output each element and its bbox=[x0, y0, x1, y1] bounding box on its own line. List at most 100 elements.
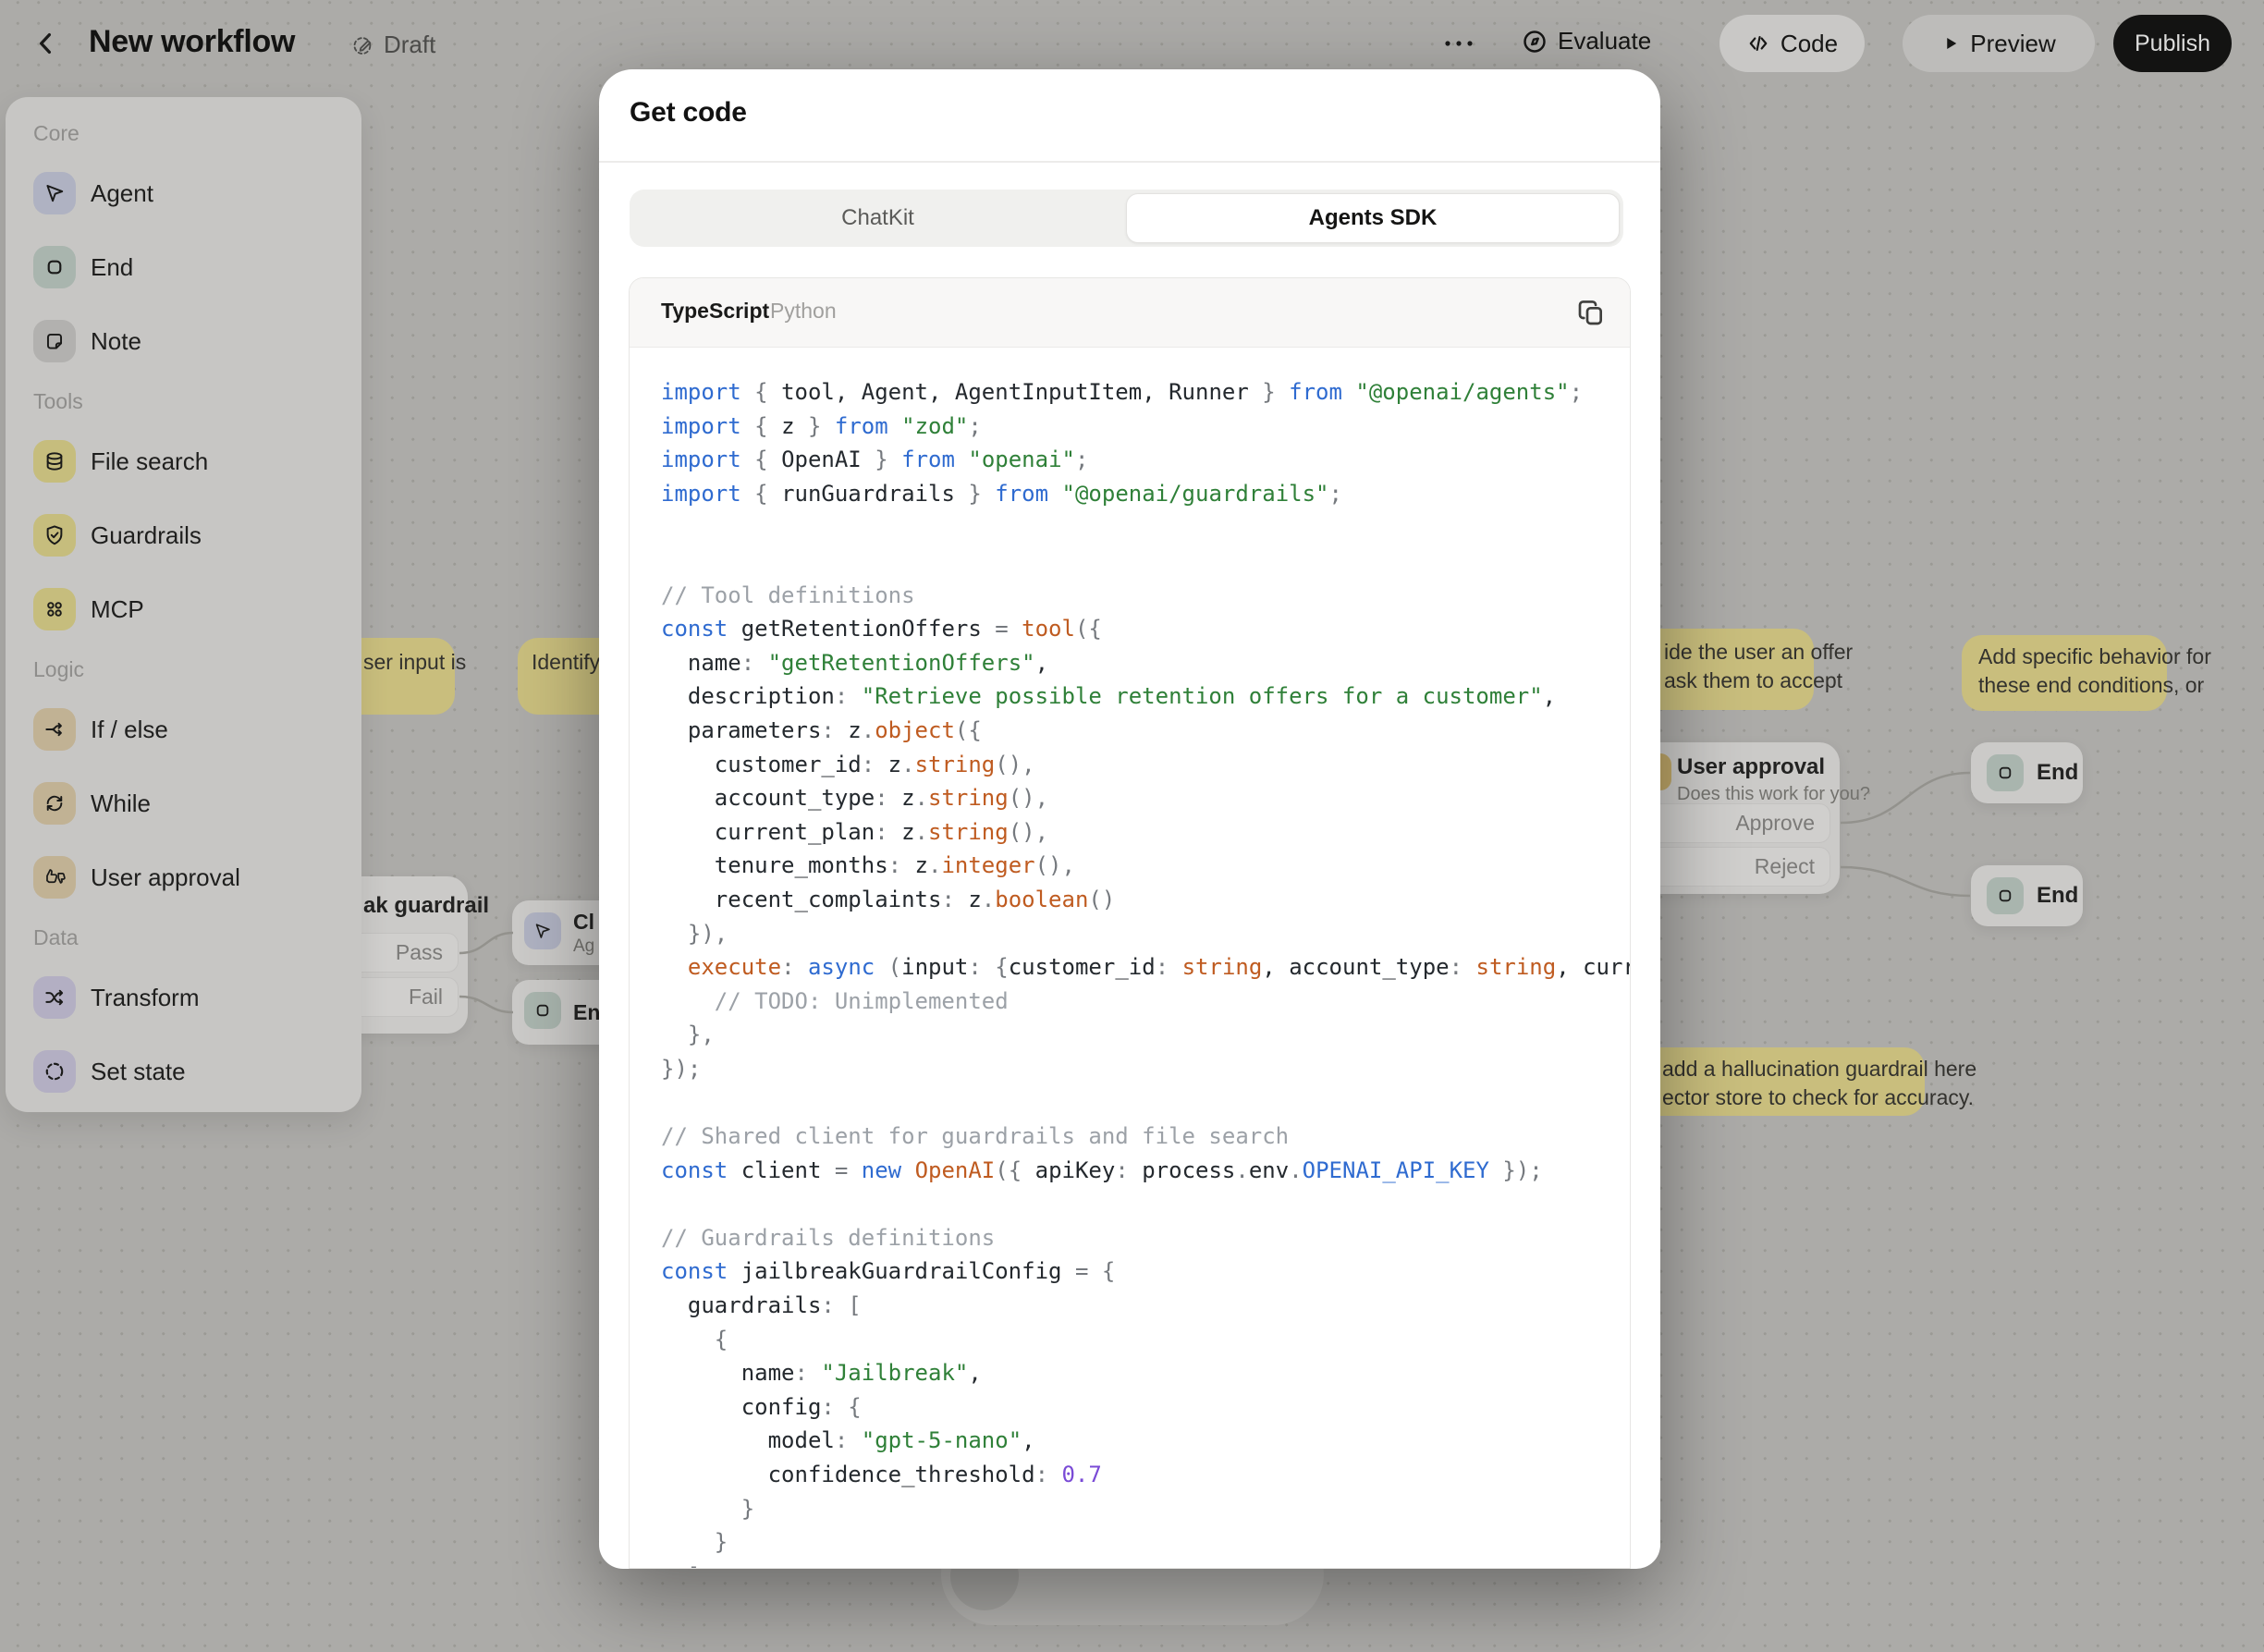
modal-title: Get code bbox=[630, 97, 747, 128]
code-content[interactable]: import { tool, Agent, AgentInputItem, Ru… bbox=[630, 348, 1630, 1568]
note-hallucination-text: add a hallucination guardrail hereector … bbox=[1662, 1055, 1976, 1112]
sidebar-item-label: User approval bbox=[91, 863, 240, 892]
code-card: TypeScript Python import { tool, Agent, … bbox=[629, 277, 1631, 1569]
shield-check-icon bbox=[33, 514, 76, 557]
code-line bbox=[661, 1085, 1630, 1120]
sidebar-item-end[interactable]: End bbox=[33, 246, 361, 288]
end-square-icon bbox=[33, 246, 76, 288]
code-line: confidence_threshold: 0.7 bbox=[661, 1458, 1630, 1492]
code-line: // Guardrails definitions bbox=[661, 1221, 1630, 1255]
end-square-icon bbox=[1987, 754, 2024, 791]
sidebar-item-mcp[interactable]: MCP bbox=[33, 588, 361, 630]
end-square-icon bbox=[1987, 877, 2024, 914]
preview-button[interactable]: Preview bbox=[1903, 15, 2095, 72]
get-code-modal: Get code ChatKit Agents SDK TypeScript P… bbox=[599, 69, 1660, 1569]
code-line: // TODO: Unimplemented bbox=[661, 985, 1630, 1019]
node-agent-fragment-title: Cl bbox=[573, 910, 594, 935]
node-end-bottom-label: End bbox=[2037, 883, 2078, 909]
fail-label: Fail bbox=[409, 985, 443, 1010]
more-options-button[interactable] bbox=[1440, 31, 1477, 56]
node-palette-sidebar: CoreAgentEndNoteToolsFile searchGuardrai… bbox=[6, 97, 361, 1112]
code-line: }, bbox=[661, 1018, 1630, 1052]
sidebar-item-note[interactable]: Note bbox=[33, 320, 361, 362]
loop-icon bbox=[33, 782, 76, 825]
note-behavior-text: Add specific behavior forthese end condi… bbox=[1978, 642, 2211, 700]
sidebar-item-while[interactable]: While bbox=[33, 782, 361, 825]
shuffle-icon bbox=[33, 976, 76, 1019]
sidebar-item-file-search[interactable]: File search bbox=[33, 440, 361, 483]
end-square-icon bbox=[524, 992, 561, 1029]
approve-label: Approve bbox=[1735, 811, 1815, 836]
sidebar-item-guardrails[interactable]: Guardrails bbox=[33, 514, 361, 557]
code-line: } bbox=[661, 1525, 1630, 1560]
note-user-input-text: ser input is bbox=[363, 648, 466, 677]
code-line: const client = new OpenAI({ apiKey: proc… bbox=[661, 1154, 1630, 1188]
code-line: { bbox=[661, 1323, 1630, 1357]
publish-button[interactable]: Publish bbox=[2113, 15, 2232, 72]
sidebar-item-label: Note bbox=[91, 327, 141, 356]
code-line: account_type: z.string(), bbox=[661, 781, 1630, 815]
agent-cursor-icon bbox=[33, 172, 76, 214]
code-button[interactable]: Code bbox=[1719, 15, 1865, 72]
sidebar-item-if-else[interactable]: If / else bbox=[33, 708, 361, 751]
lang-typescript[interactable]: TypeScript bbox=[661, 299, 769, 324]
node-agent-fragment-sub: Ag bbox=[573, 936, 594, 957]
code-line: current_plan: z.string(), bbox=[661, 815, 1630, 850]
code-line: import { z } from "zod"; bbox=[661, 410, 1630, 444]
code-line: import { tool, Agent, AgentInputItem, Ru… bbox=[661, 375, 1630, 410]
status-badge-label: Draft bbox=[384, 31, 435, 59]
note-offer-text: ide the user an offerask them to accept bbox=[1664, 638, 1853, 695]
publish-button-label: Publish bbox=[2135, 31, 2210, 57]
code-line: name: "getRetentionOffers", bbox=[661, 646, 1630, 680]
tab-agents-sdk[interactable]: Agents SDK bbox=[1126, 193, 1620, 243]
sidebar-item-label: Transform bbox=[91, 984, 200, 1012]
node-end-top-label: End bbox=[2037, 760, 2078, 786]
evaluate-label: Evaluate bbox=[1558, 27, 1651, 55]
code-line bbox=[661, 1187, 1630, 1221]
sidebar-item-agent[interactable]: Agent bbox=[33, 172, 361, 214]
sidebar-item-set-state[interactable]: Set state bbox=[33, 1050, 361, 1093]
lang-python[interactable]: Python bbox=[770, 299, 837, 324]
code-line: model: "gpt-5-nano", bbox=[661, 1424, 1630, 1458]
code-line: execute: async (input: {customer_id: str… bbox=[661, 950, 1630, 985]
sidebar-item-transform[interactable]: Transform bbox=[33, 976, 361, 1019]
mcp-dots-icon bbox=[33, 588, 76, 630]
node-jailbreak-guardrail-title: ak guardrail bbox=[363, 893, 489, 919]
page-title: New workflow bbox=[89, 24, 295, 60]
status-badge: Draft bbox=[351, 31, 435, 59]
code-button-label: Code bbox=[1781, 30, 1838, 58]
note-icon bbox=[33, 320, 76, 362]
sidebar-section-label-data: Data bbox=[33, 927, 361, 948]
back-button[interactable] bbox=[31, 29, 59, 58]
sidebar-item-user-approval[interactable]: User approval bbox=[33, 856, 361, 899]
play-icon bbox=[1941, 34, 1960, 53]
code-line: tenure_months: z.integer(), bbox=[661, 849, 1630, 883]
sidebar-item-label: Set state bbox=[91, 1058, 186, 1086]
code-line: customer_id: z.string(), bbox=[661, 748, 1630, 782]
draft-pencil-icon bbox=[351, 33, 375, 57]
code-line: guardrails: [ bbox=[661, 1289, 1630, 1323]
code-line: import { runGuardrails } from "@openai/g… bbox=[661, 477, 1630, 511]
code-brackets-icon bbox=[1746, 31, 1770, 55]
code-line: config: { bbox=[661, 1390, 1630, 1425]
sidebar-item-label: Agent bbox=[91, 179, 153, 208]
sidebar-section-label-tools: Tools bbox=[33, 391, 361, 412]
sidebar-item-label: End bbox=[91, 253, 133, 282]
evaluate-button[interactable]: Evaluate bbox=[1522, 27, 1651, 55]
sidebar-item-label: Guardrails bbox=[91, 521, 202, 550]
branch-icon bbox=[33, 708, 76, 751]
code-line: import { OpenAI } from "openai"; bbox=[661, 443, 1630, 477]
code-line: // Shared client for guardrails and file… bbox=[661, 1120, 1630, 1154]
sidebar-sections: CoreAgentEndNoteToolsFile searchGuardrai… bbox=[33, 123, 361, 1093]
sidebar-item-label: MCP bbox=[91, 595, 144, 624]
code-line: name: "Jailbreak", bbox=[661, 1356, 1630, 1390]
dashed-circle-icon bbox=[33, 1050, 76, 1093]
tab-chatkit[interactable]: ChatKit bbox=[630, 190, 1126, 247]
code-line: description: "Retrieve possible retentio… bbox=[661, 679, 1630, 714]
modal-divider bbox=[599, 161, 1660, 163]
copy-icon[interactable] bbox=[1576, 298, 1606, 327]
compass-gauge-icon bbox=[1522, 29, 1548, 55]
code-line: // Tool definitions bbox=[661, 579, 1630, 613]
pass-label: Pass bbox=[396, 940, 443, 965]
sidebar-section-label-logic: Logic bbox=[33, 659, 361, 680]
